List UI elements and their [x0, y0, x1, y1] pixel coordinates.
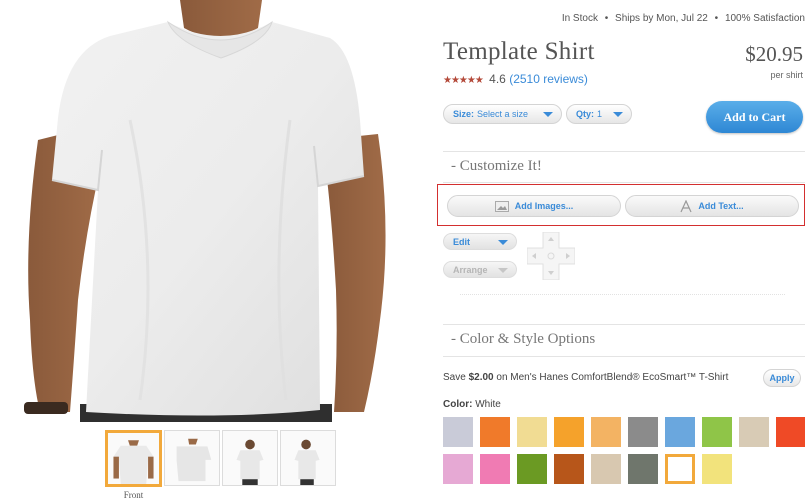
thumbnail-front[interactable] [105, 430, 162, 487]
add-text-label: Add Text... [698, 201, 744, 211]
satisfaction: 100% Satisfaction [724, 13, 805, 24]
edit-dropdown[interactable]: Edit [443, 233, 517, 250]
divider [443, 182, 805, 183]
size-select[interactable]: Size: Select a size [443, 104, 562, 124]
qty-select[interactable]: Qty: 1 [566, 104, 632, 124]
chevron-down-icon [543, 112, 553, 117]
promo-amount: $2.00 [468, 372, 494, 383]
stock-status: In Stock [561, 13, 598, 24]
color-swatch[interactable] [591, 417, 621, 447]
price-unit: per shirt [770, 70, 803, 80]
view-thumbnails [105, 430, 336, 487]
add-to-cart-button[interactable]: Add to Cart [706, 101, 803, 133]
separator: • [604, 13, 609, 24]
text-icon [680, 199, 692, 212]
color-label-key: Color: [443, 399, 473, 410]
color-swatch[interactable] [591, 454, 621, 484]
thumbnail-back[interactable] [222, 430, 278, 486]
color-style-heading[interactable]: - Color & Style Options [451, 331, 595, 348]
chevron-down-icon [498, 240, 508, 245]
promo-text: Save $2.00 on Men's Hanes ComfortBlend® … [443, 372, 728, 383]
color-swatches [443, 417, 805, 484]
chevron-down-icon [498, 268, 508, 273]
customize-heading[interactable]: - Customize It! [451, 158, 542, 175]
qty-value: 1 [597, 109, 603, 119]
divider [443, 356, 805, 357]
color-swatch[interactable] [443, 417, 473, 447]
color-swatch[interactable] [554, 417, 584, 447]
chevron-down-icon [613, 112, 623, 117]
arrange-label: Arrange [453, 264, 488, 275]
size-value: Select a size [477, 109, 529, 119]
add-text-button[interactable]: Add Text... [625, 195, 799, 217]
color-label: Color: White [443, 399, 501, 410]
shipping-info: In Stock • Ships by Mon, Jul 22 • 100% S… [562, 13, 805, 24]
thumbnail-other-side[interactable] [280, 430, 336, 486]
color-swatch[interactable] [517, 454, 547, 484]
color-swatch[interactable] [665, 454, 695, 484]
apply-button[interactable]: Apply [763, 369, 801, 387]
color-swatch[interactable] [628, 417, 658, 447]
product-title: Template Shirt [443, 38, 595, 65]
rating-stars: ★★★★★ [443, 75, 484, 86]
arrange-dropdown: Arrange [443, 261, 517, 278]
thumbnail-side[interactable] [164, 430, 220, 486]
color-swatch[interactable] [554, 454, 584, 484]
color-swatch[interactable] [739, 417, 769, 447]
faint-divider [460, 294, 785, 296]
separator: • [714, 13, 719, 24]
image-icon [494, 200, 509, 212]
color-swatch[interactable] [517, 417, 547, 447]
color-swatch[interactable] [665, 417, 695, 447]
product-price: $20.95 [745, 42, 803, 66]
ship-date: Ships by Mon, Jul 22 [615, 13, 708, 24]
product-image [0, 0, 412, 422]
color-swatch[interactable] [480, 417, 510, 447]
promo-prefix: Save [443, 372, 469, 383]
move-dpad[interactable] [527, 232, 575, 280]
model-shirt-illustration [0, 0, 412, 422]
color-swatch[interactable] [443, 454, 473, 484]
rating-value: 4.6 [489, 72, 506, 86]
product-rating: ★★★★★ 4.6 (2510 reviews) [443, 72, 588, 86]
add-images-label: Add Images... [514, 201, 574, 211]
color-swatch[interactable] [628, 454, 658, 484]
size-label: Size: [453, 109, 475, 119]
qty-label: Qty: [576, 109, 594, 119]
color-swatch[interactable] [702, 454, 732, 484]
promo-suffix: on Men's Hanes ComfortBlend® EcoSmart™ T… [493, 372, 729, 383]
color-swatch[interactable] [702, 417, 732, 447]
divider [443, 324, 805, 325]
edit-label: Edit [453, 236, 470, 247]
color-swatch[interactable] [776, 417, 805, 447]
thumbnail-label: Front [123, 490, 144, 500]
color-label-value: White [475, 399, 501, 410]
color-swatch[interactable] [480, 454, 510, 484]
add-images-button[interactable]: Add Images... [447, 195, 621, 217]
divider [443, 151, 805, 152]
reviews-link[interactable]: (2510 reviews) [509, 72, 588, 86]
